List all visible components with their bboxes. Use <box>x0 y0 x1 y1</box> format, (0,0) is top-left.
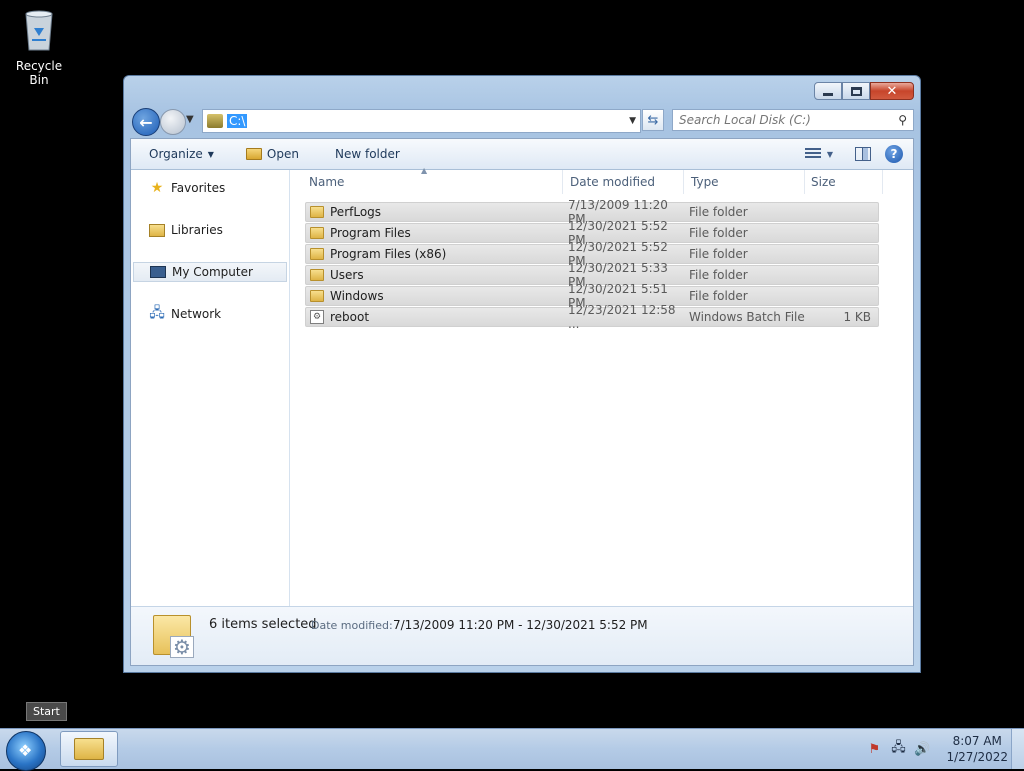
explorer-window: ✕ ← ▼ C:\ ▼ ⇆ ⚲ Organize ▼ Open New <box>123 75 921 673</box>
star-icon: ★ <box>150 180 164 196</box>
show-desktop-button[interactable] <box>1011 729 1024 769</box>
clock-time: 8:07 AM <box>952 734 1002 748</box>
close-icon: ✕ <box>886 83 898 99</box>
file-row[interactable]: ⚙ reboot 12/23/2021 12:58 ... Windows Bat… <box>305 303 879 331</box>
open-label: Open <box>266 147 299 161</box>
nav-item-favorites[interactable]: ★ Favorites <box>133 178 287 198</box>
view-options-dropdown[interactable]: ▼ <box>827 150 833 159</box>
open-button[interactable]: Open <box>224 147 309 161</box>
minimize-icon <box>823 92 833 96</box>
file-explorer-icon <box>74 738 104 760</box>
recycle-bin-icon <box>25 10 53 51</box>
back-button[interactable]: ← <box>132 108 160 136</box>
close-button[interactable]: ✕ <box>870 82 914 100</box>
date-modified-value: 7/13/2009 11:20 PM - 12/30/2021 5:52 PM <box>393 618 648 632</box>
computer-icon <box>150 264 166 280</box>
nav-item-libraries[interactable]: Libraries <box>133 220 287 240</box>
folder-icon <box>310 269 324 281</box>
recycle-bin-label: Recycle Bin <box>15 59 63 87</box>
nav-item-label: Network <box>171 307 222 321</box>
address-dropdown-icon[interactable]: ▼ <box>629 116 636 126</box>
command-bar: Organize ▼ Open New folder ▼ ? <box>131 139 913 170</box>
libraries-icon <box>149 222 165 238</box>
start-button[interactable]: ❖ <box>6 731 46 771</box>
maximize-icon <box>850 86 862 96</box>
nav-item-my-computer[interactable]: My Computer <box>133 262 287 282</box>
help-icon[interactable]: ? <box>885 145 903 163</box>
file-name: Program Files (x86) <box>330 247 447 261</box>
start-tooltip: Start <box>26 702 67 721</box>
file-list: ▲ Name Date modified Type Size PerfLogs … <box>291 166 913 607</box>
navigation-bar: ← ▼ C:\ ▼ ⇆ ⚲ <box>130 106 914 136</box>
file-type: Windows Batch File <box>689 310 805 324</box>
explorer-content: Organize ▼ Open New folder ▼ ? ★ Favorit… <box>130 138 914 666</box>
recent-pages-dropdown[interactable]: ▼ <box>186 114 194 125</box>
folder-icon <box>310 248 324 260</box>
file-type: File folder <box>689 205 748 219</box>
preview-pane-icon[interactable] <box>855 147 871 161</box>
file-date: 12/23/2021 12:58 ... <box>568 303 676 331</box>
navigation-pane: ★ Favorites Libraries My Computer 🖧 Netw… <box>131 170 290 607</box>
address-path[interactable]: C:\ <box>227 114 248 128</box>
action-center-flag-icon[interactable]: ⚑ <box>866 741 882 757</box>
details-pane: 6 items selected Date modified: 7/13/200… <box>131 606 913 665</box>
column-header-name[interactable]: Name <box>303 170 563 194</box>
command-bar-right: ▼ ? <box>799 145 913 163</box>
drive-icon <box>207 114 223 128</box>
file-type: File folder <box>689 268 748 282</box>
change-view-icon[interactable] <box>804 148 821 160</box>
nav-item-network[interactable]: 🖧 Network <box>133 304 287 324</box>
folder-icon <box>310 206 324 218</box>
file-type: File folder <box>689 247 748 261</box>
nav-item-label: My Computer <box>172 265 253 279</box>
back-arrow-icon: ← <box>139 112 153 132</box>
batch-file-icon: ⚙ <box>310 310 324 324</box>
date-modified-label: Date modified: <box>311 619 393 632</box>
taskbar-explorer-button[interactable] <box>60 731 118 767</box>
forward-button[interactable] <box>160 109 186 135</box>
folder-icon <box>310 290 324 302</box>
windows-logo-icon: ❖ <box>18 741 33 760</box>
column-header-type[interactable]: Type <box>685 170 805 194</box>
file-type: File folder <box>689 226 748 240</box>
search-box[interactable]: ⚲ <box>672 109 914 131</box>
file-name: PerfLogs <box>330 205 382 219</box>
selection-count: 6 items selected <box>209 617 317 632</box>
clock-date: 1/27/2022 <box>946 750 1008 764</box>
file-name: Program Files <box>330 226 411 240</box>
maximize-button[interactable] <box>842 82 870 100</box>
folder-icon <box>310 227 324 239</box>
address-bar[interactable]: C:\ ▼ <box>202 109 641 133</box>
organize-button[interactable]: Organize ▼ <box>131 147 224 161</box>
open-folder-icon <box>245 148 262 160</box>
network-icon: 🖧 <box>149 305 165 321</box>
column-header-size[interactable]: Size <box>805 170 883 194</box>
network-status-icon[interactable]: 🖧 <box>890 740 906 757</box>
taskbar: ❖ ⚑ 🖧 🔊 8:07 AM 1/27/2022 <box>0 728 1024 771</box>
multiple-items-icon <box>153 615 194 658</box>
system-tray: ⚑ 🖧 🔊 8:07 AM 1/27/2022 <box>862 729 1008 769</box>
file-name: Windows <box>330 289 384 303</box>
column-header-date-modified[interactable]: Date modified <box>564 170 684 194</box>
refresh-button[interactable]: ⇆ <box>642 109 664 131</box>
refresh-icon: ⇆ <box>647 112 659 128</box>
new-folder-button[interactable]: New folder <box>309 147 410 161</box>
clock[interactable]: 8:07 AM 1/27/2022 <box>946 733 1008 765</box>
nav-item-label: Favorites <box>171 181 226 195</box>
caption-buttons: ✕ <box>814 82 914 100</box>
chevron-down-icon: ▼ <box>207 149 214 159</box>
file-name: Users <box>330 268 364 282</box>
file-type: File folder <box>689 289 748 303</box>
nav-item-label: Libraries <box>171 223 223 237</box>
recycle-bin[interactable]: Recycle Bin <box>6 6 72 87</box>
file-name: reboot <box>330 310 370 324</box>
search-input[interactable] <box>673 112 899 128</box>
organize-label: Organize <box>149 147 203 161</box>
search-icon[interactable]: ⚲ <box>898 113 907 127</box>
file-size: 1 KB <box>843 310 871 324</box>
minimize-button[interactable] <box>814 82 842 100</box>
new-folder-label: New folder <box>334 147 400 161</box>
volume-icon[interactable]: 🔊 <box>914 741 930 757</box>
